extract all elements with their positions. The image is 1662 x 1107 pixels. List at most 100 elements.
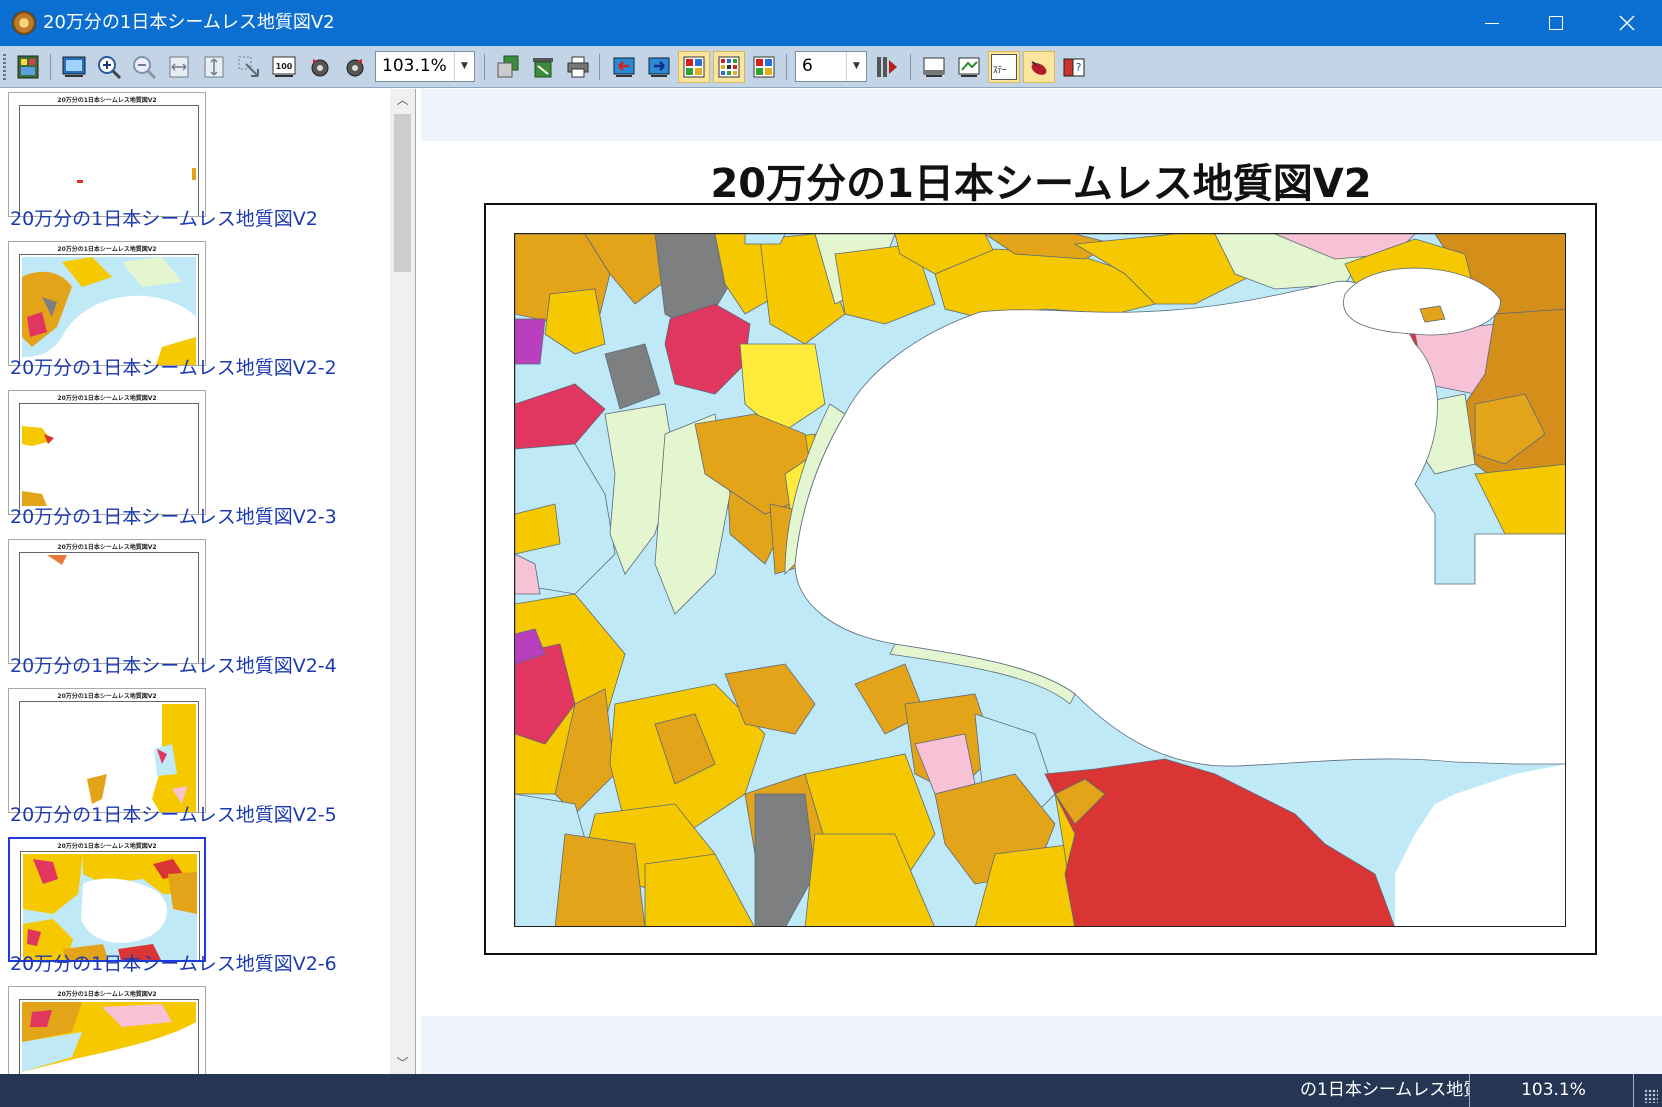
previous-page-icon	[613, 57, 635, 77]
thumbnail-title: 20万分の1日本シームレス地質図V2	[57, 246, 157, 253]
thumbnail-page-3[interactable]: 20万分の1日本シームレス地質図V2	[8, 390, 206, 515]
zoom-area-button[interactable]	[233, 51, 265, 83]
thumbnail-page-7[interactable]: 20万分の1日本シームレス地質図V2	[8, 986, 206, 1076]
zoom-100-button[interactable]: 100	[268, 51, 300, 83]
view-stage-icon	[923, 57, 945, 77]
thumbnail-page-6[interactable]: 20万分の1日本シームレス地質図V2	[8, 837, 206, 962]
print-preview-button[interactable]	[527, 51, 559, 83]
previous-page-button[interactable]	[608, 51, 640, 83]
layout-multi-icon	[718, 56, 740, 78]
view-stage-button[interactable]	[918, 51, 950, 83]
layout-grid-button[interactable]	[748, 51, 780, 83]
thumbnail-map	[22, 704, 196, 812]
thumbnail-page-4[interactable]: 20万分の1日本シームレス地質図V2	[8, 539, 206, 664]
zoom-in-button[interactable]	[93, 51, 125, 83]
fit-width-icon	[169, 56, 189, 78]
title-bar: 20万分の1日本シームレス地質図V2	[0, 0, 1662, 46]
export-button[interactable]	[12, 51, 44, 83]
rotate-right-icon	[346, 59, 364, 77]
page-setup-button[interactable]	[492, 51, 524, 83]
help-book-icon: ?	[1063, 58, 1085, 77]
viewer-top-margin	[421, 89, 1662, 141]
print-preview-icon	[533, 58, 553, 78]
status-toggle-icon: ｽﾃｰ	[991, 54, 1017, 80]
rotate-left-icon	[311, 59, 329, 77]
svg-text:?: ?	[1076, 61, 1082, 74]
maximize-button[interactable]	[1521, 0, 1591, 46]
thumbnail-map	[23, 854, 197, 960]
close-icon	[1619, 15, 1635, 31]
scrollbar-thumb[interactable]	[394, 114, 411, 272]
export-icon	[17, 55, 39, 79]
thumbnail-title: 20万分の1日本シームレス地質図V2	[57, 843, 157, 850]
status-bar: の1日本シームレス地質 103.1%	[0, 1074, 1662, 1107]
toolbar-separator	[599, 54, 600, 80]
rotate-left-button[interactable]	[304, 51, 336, 83]
thumbnail-label-6[interactable]: 20万分の1日本シームレス地質図V2-6	[10, 952, 337, 976]
pin-icon	[1031, 61, 1047, 75]
page-select-value: 6	[802, 56, 813, 76]
fit-height-button[interactable]	[198, 51, 230, 83]
scroll-down-icon[interactable]: ﹀	[390, 1052, 415, 1074]
help-button[interactable]: ?	[1058, 51, 1090, 83]
layout-multi-button[interactable]	[713, 51, 745, 83]
viewer-bottom-margin	[421, 1016, 1662, 1074]
thumbnail-scrollbar[interactable]: ︿ ﹀	[390, 89, 415, 1074]
chevron-down-icon[interactable]: ▼	[454, 52, 474, 81]
toolbar-separator	[50, 54, 51, 80]
zoom-select[interactable]: 103.1% ▼	[375, 51, 475, 82]
thumbnail-page-1[interactable]: 20万分の1日本シームレス地質図V2	[8, 92, 206, 217]
page-viewer[interactable]: 20万分の1日本シームレス地質図V2	[421, 89, 1662, 1074]
thumbnail-label-1[interactable]: 20万分の1日本シームレス地質図V2	[10, 207, 318, 231]
toolbar-grip[interactable]	[3, 54, 6, 80]
printer-icon	[567, 56, 589, 78]
svg-text:100: 100	[276, 62, 293, 71]
thumbnail-page-2[interactable]: 20万分の1日本シームレス地質図V2	[8, 241, 206, 366]
thumbnail-map	[22, 555, 196, 663]
fit-page-button[interactable]	[58, 51, 90, 83]
rotate-right-button[interactable]	[339, 51, 371, 83]
thumbnail-label-4[interactable]: 20万分の1日本シームレス地質図V2-4	[10, 654, 337, 678]
layout-single-button[interactable]	[678, 51, 710, 83]
page-select[interactable]: 6 ▼	[795, 51, 867, 82]
minimize-icon	[1485, 22, 1499, 24]
print-button[interactable]	[562, 51, 594, 83]
minimize-button[interactable]	[1457, 0, 1527, 46]
zoom-select-value: 103.1%	[382, 56, 447, 76]
next-page-icon	[648, 57, 670, 77]
status-zoom: 103.1%	[1474, 1074, 1634, 1107]
status-toggle-button[interactable]: ｽﾃｰ	[988, 51, 1020, 83]
scroll-up-icon[interactable]: ︿	[390, 89, 415, 111]
toolbar-separator	[786, 54, 787, 80]
thumbnail-title: 20万分の1日本シームレス地質図V2	[57, 693, 157, 700]
thumbnail-pane[interactable]: 20万分の1日本シームレス地質図V2 20万分の1日本シームレス地質図V2 20…	[0, 89, 416, 1076]
thumbnail-title: 20万分の1日本シームレス地質図V2	[57, 97, 157, 104]
zoom-100-icon: 100	[272, 56, 296, 77]
view-edit-icon	[958, 57, 980, 77]
maximize-icon	[1549, 16, 1563, 30]
fit-height-icon	[204, 56, 224, 78]
go-to-page-button[interactable]	[871, 51, 903, 83]
zoom-out-icon	[133, 56, 157, 80]
geologic-map-image	[515, 234, 1565, 926]
status-document-name: の1日本シームレス地質	[1300, 1074, 1470, 1107]
next-page-button[interactable]	[643, 51, 675, 83]
zoom-area-icon	[238, 56, 259, 77]
zoom-in-icon	[98, 56, 122, 80]
fit-width-button[interactable]	[163, 51, 195, 83]
page-setup-icon	[497, 55, 519, 78]
window-title: 20万分の1日本シームレス地質図V2	[43, 12, 335, 33]
thumbnail-label-2[interactable]: 20万分の1日本シームレス地質図V2-2	[10, 356, 337, 380]
zoom-out-button[interactable]	[128, 51, 160, 83]
layout-grid-icon	[753, 56, 775, 78]
view-edit-button[interactable]	[953, 51, 985, 83]
thumbnail-page-5[interactable]: 20万分の1日本シームレス地質図V2	[8, 688, 206, 813]
geologic-map[interactable]	[514, 233, 1566, 927]
thumbnail-label-3[interactable]: 20万分の1日本シームレス地質図V2-3	[10, 505, 337, 529]
resize-grip-icon[interactable]	[1644, 1089, 1658, 1103]
chevron-down-icon[interactable]: ▼	[846, 52, 866, 81]
toolbar: 100 103.1% ▼ 6 ▼ ｽﾃｰ ?	[0, 46, 1662, 88]
pin-button[interactable]	[1023, 51, 1055, 83]
close-button[interactable]	[1592, 0, 1662, 46]
thumbnail-label-5[interactable]: 20万分の1日本シームレス地質図V2-5	[10, 803, 337, 827]
